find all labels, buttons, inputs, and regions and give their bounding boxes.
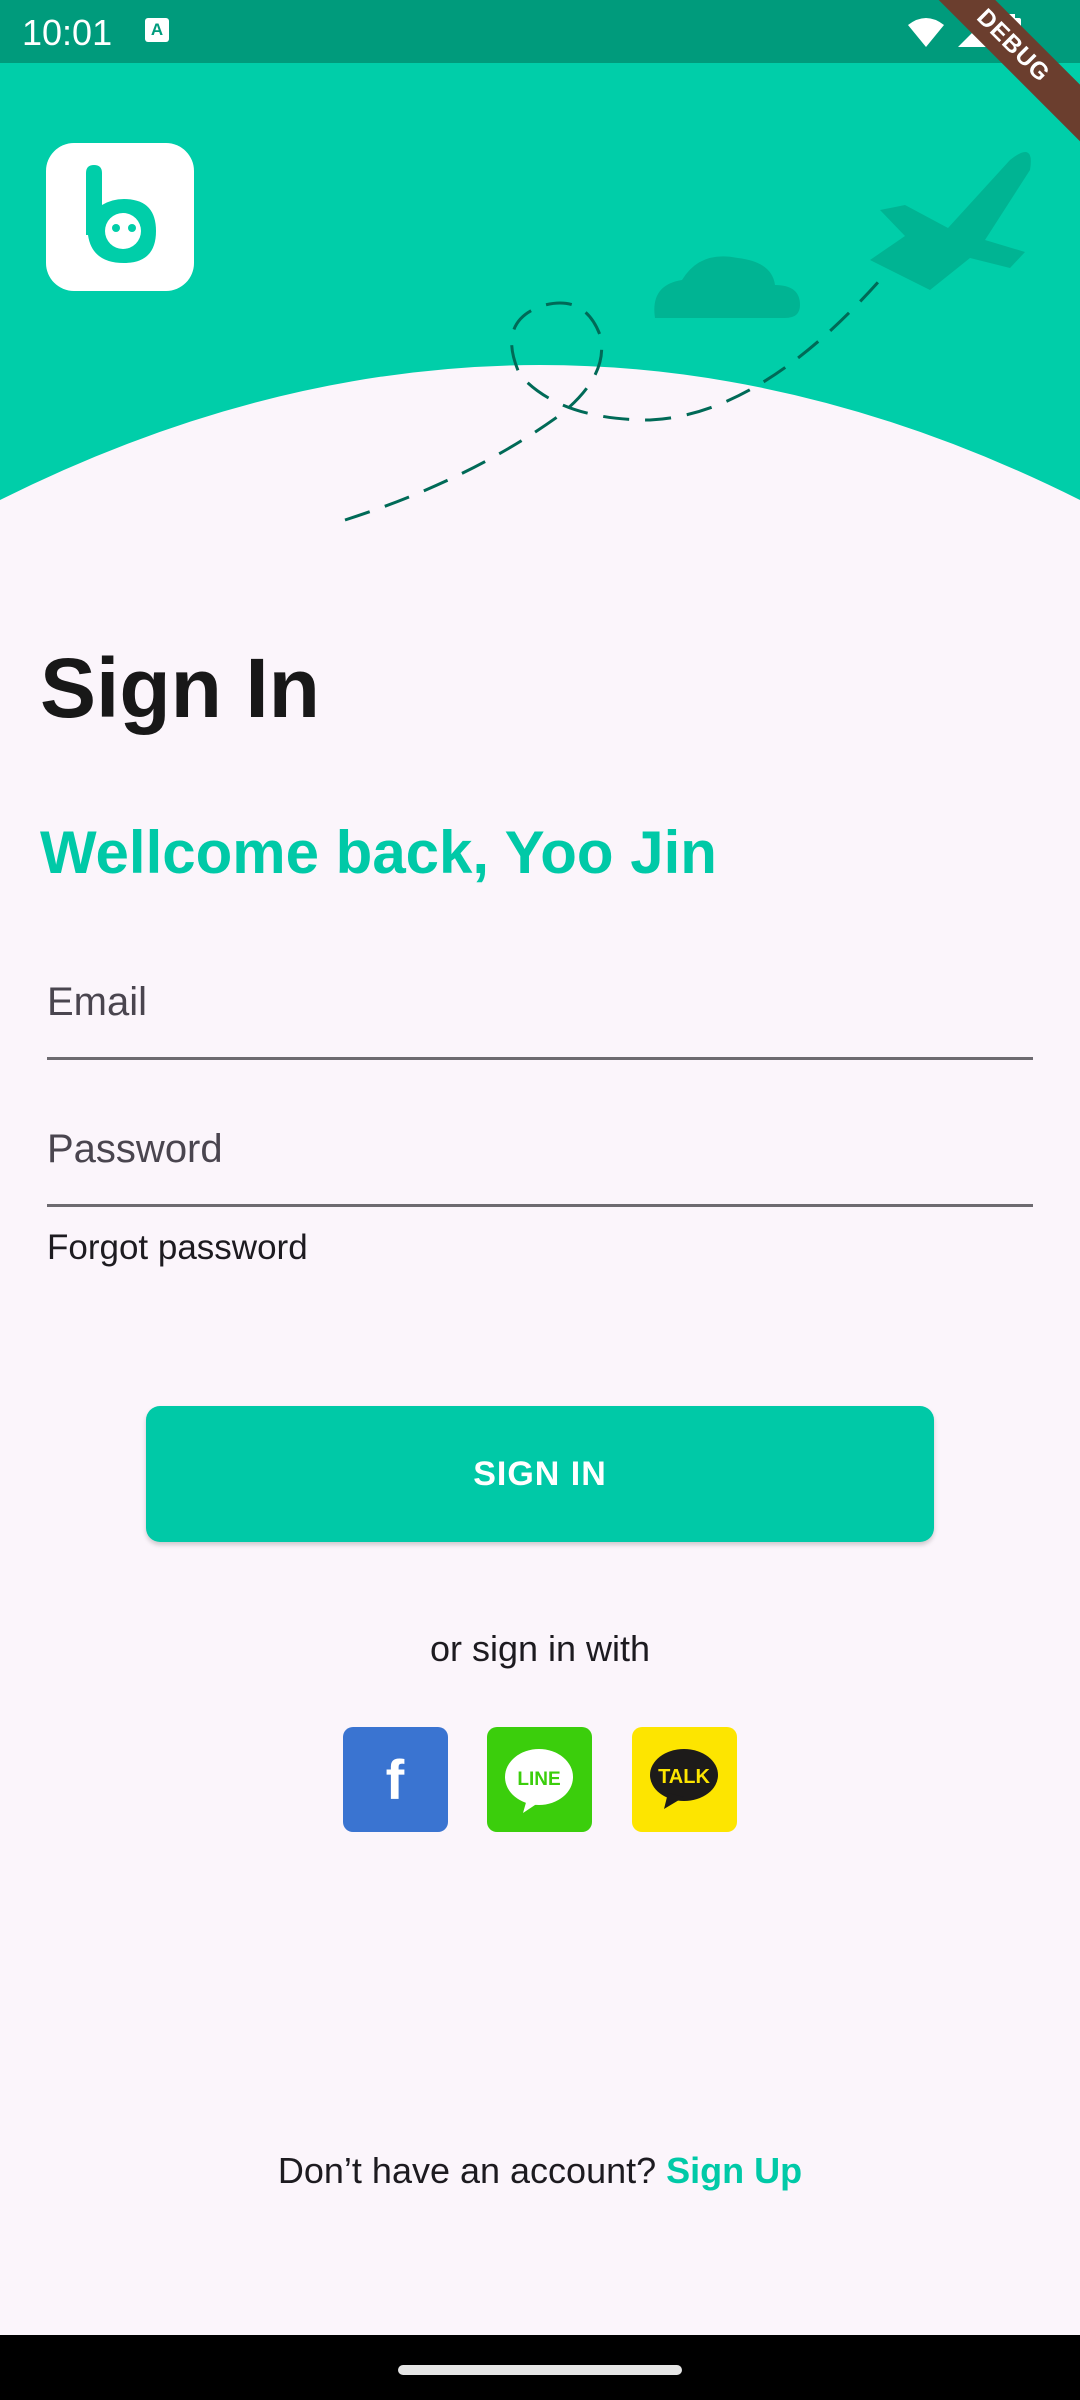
text-notification-icon: A [145,18,169,42]
social-prompt: or sign in with [429,1628,651,1669]
home-gesture-handle[interactable] [398,2365,682,2375]
welcome-message: Wellcome back, Yoo Jin [40,819,717,886]
sign-up-link[interactable]: Sign Up [666,2150,802,2191]
email-field-label: Email [47,980,148,1024]
facebook-icon: f [386,1748,405,1811]
page-title: Sign In [40,641,320,735]
kakaotalk-glyph: TALK [658,1766,710,1788]
password-field-label: Password [47,1127,223,1171]
kakaotalk-sign-in-button[interactable]: TALK [632,1727,737,1832]
forgot-password-link[interactable]: Forgot password [47,1228,308,1268]
app-logo-icon [86,165,156,263]
status-time: 10:01 [22,12,113,53]
app-logo [46,143,194,291]
status-bar: 10:01 A [0,0,1080,63]
header-illustration [0,63,1080,522]
line-glyph: LINE [517,1769,560,1790]
password-field[interactable]: Password [47,1107,1033,1207]
line-icon: LINE [505,1749,573,1813]
facebook-glyph: f [386,1748,405,1811]
signup-prompt: Don’t have an account? [277,2150,667,2191]
system-nav-bar [0,2335,1080,2400]
sign-in-button[interactable]: SIGN IN [146,1406,934,1542]
line-sign-in-button[interactable]: LINE [487,1727,592,1832]
wifi-icon [908,18,944,47]
kakaotalk-icon: TALK [650,1749,718,1809]
email-field[interactable]: Email [47,960,1033,1060]
signup-row: Don’t have an account? Sign Up [0,2150,1080,2192]
facebook-sign-in-button[interactable]: f [343,1727,448,1832]
